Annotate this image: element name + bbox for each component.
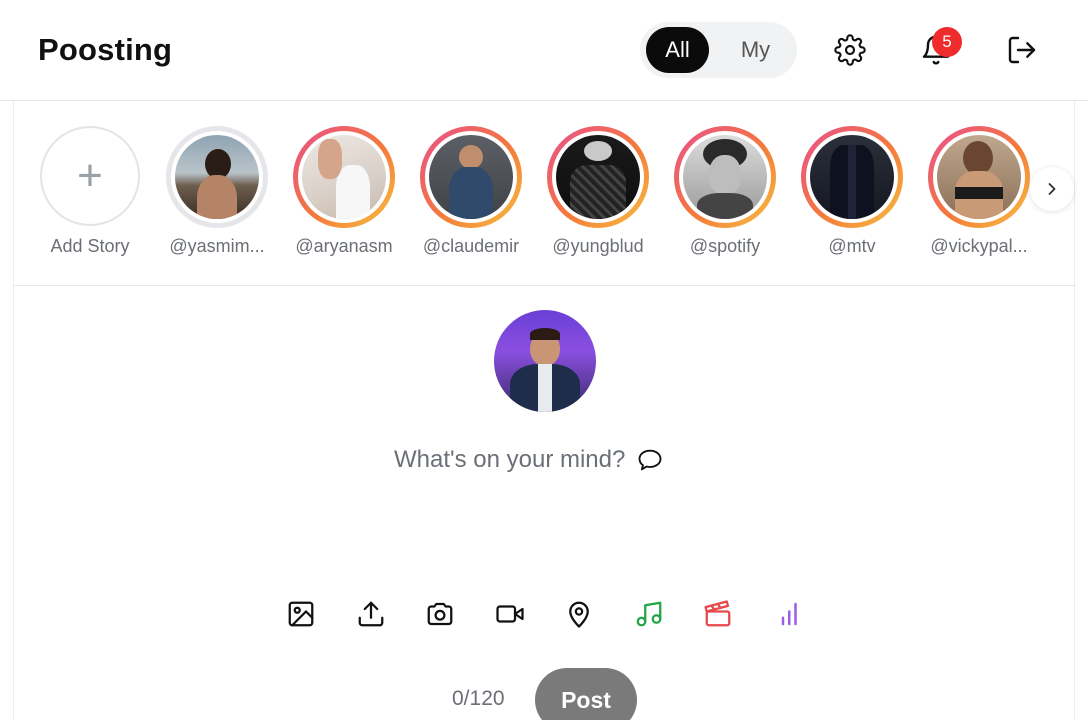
- stories-next-button[interactable]: [1030, 167, 1074, 211]
- video-button[interactable]: [493, 597, 527, 631]
- camera-icon: [427, 602, 453, 626]
- top-header: Poosting All My 5: [0, 0, 1088, 101]
- video-icon: [496, 605, 524, 623]
- plus-icon: +: [77, 151, 103, 200]
- music-button[interactable]: [632, 597, 666, 631]
- story-item[interactable]: @claudemir: [416, 126, 526, 257]
- camera-button[interactable]: [423, 597, 457, 631]
- notification-count-badge: 5: [932, 27, 962, 57]
- clapperboard-icon: [704, 600, 731, 627]
- story-username: @yasmim...: [169, 236, 265, 256]
- story-ring: [420, 126, 522, 228]
- story-username: @aryanasm: [295, 236, 393, 256]
- clapperboard-button[interactable]: [701, 597, 735, 631]
- feed-card: + Add Story @yasmim... @aryanasm @claude: [13, 101, 1076, 720]
- story-avatar: [556, 135, 640, 219]
- feed-toggle: All My: [640, 22, 797, 78]
- post-composer: What's on your mind? 0/120 Post: [14, 287, 1076, 720]
- story-item[interactable]: @aryanasm: [289, 126, 399, 257]
- story-avatar: [937, 135, 1021, 219]
- upload-icon: [358, 601, 384, 627]
- story-item[interactable]: @mtv: [797, 126, 907, 257]
- story-ring: [674, 126, 776, 228]
- music-icon: [636, 601, 662, 627]
- story-avatar: [429, 135, 513, 219]
- toggle-all-button[interactable]: All: [646, 27, 709, 73]
- story-ring: [801, 126, 903, 228]
- story-item[interactable]: @spotify: [670, 126, 780, 257]
- story-ring: [166, 126, 268, 228]
- add-story-circle[interactable]: +: [40, 126, 140, 226]
- location-button[interactable]: [562, 597, 596, 631]
- story-avatar: [175, 135, 259, 219]
- story-avatar: [683, 135, 767, 219]
- upload-button[interactable]: [354, 597, 388, 631]
- chevron-right-icon: [1048, 183, 1056, 195]
- add-story-button[interactable]: + Add Story: [35, 126, 145, 257]
- post-placeholder: What's on your mind?: [394, 446, 626, 473]
- user-avatar[interactable]: [494, 310, 596, 412]
- story-avatar: [302, 135, 386, 219]
- story-username: @spotify: [689, 236, 761, 256]
- post-input[interactable]: What's on your mind?: [394, 443, 694, 477]
- story-item[interactable]: @yungblud: [543, 126, 653, 257]
- add-story-label: Add Story: [50, 236, 130, 256]
- post-button[interactable]: Post: [535, 668, 637, 720]
- logout-button[interactable]: [1002, 30, 1042, 70]
- logout-icon: [1008, 36, 1036, 64]
- speech-bubble-icon: [638, 449, 662, 471]
- poll-icon: [781, 602, 797, 626]
- stories-bar: + Add Story @yasmim... @aryanasm @claude: [14, 101, 1076, 286]
- toggle-my-button[interactable]: My: [724, 27, 787, 73]
- image-icon: [288, 601, 314, 627]
- story-username: @vickypal...: [930, 236, 1028, 256]
- story-avatar: [810, 135, 894, 219]
- story-item[interactable]: @vickypal...: [924, 126, 1034, 257]
- story-username: @claudemir: [422, 236, 520, 256]
- story-ring: [293, 126, 395, 228]
- story-ring: [928, 126, 1030, 228]
- app-logo-text[interactable]: Poosting: [38, 32, 172, 68]
- story-item[interactable]: @yasmim...: [162, 126, 272, 257]
- story-username: @yungblud: [552, 236, 644, 256]
- story-ring: [547, 126, 649, 228]
- add-image-button[interactable]: [284, 597, 318, 631]
- settings-button[interactable]: [830, 30, 870, 70]
- location-pin-icon: [569, 601, 589, 628]
- gear-icon: [834, 34, 866, 66]
- poll-button[interactable]: [771, 597, 805, 631]
- character-counter: 0/120: [452, 687, 505, 710]
- story-username: @mtv: [828, 236, 876, 256]
